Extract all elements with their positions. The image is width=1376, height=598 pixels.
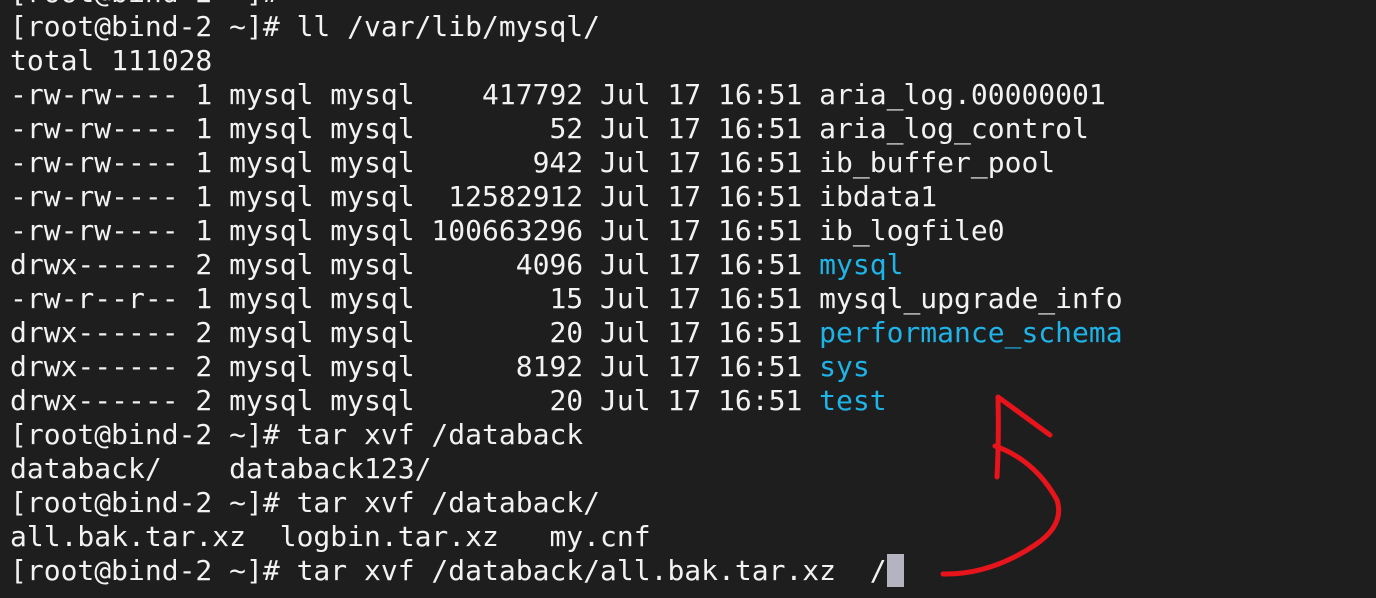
annotation-stroke-top [994,394,1053,480]
red-arrow-annotation [940,394,1062,577]
annotation-stroke-curve [940,443,1062,577]
